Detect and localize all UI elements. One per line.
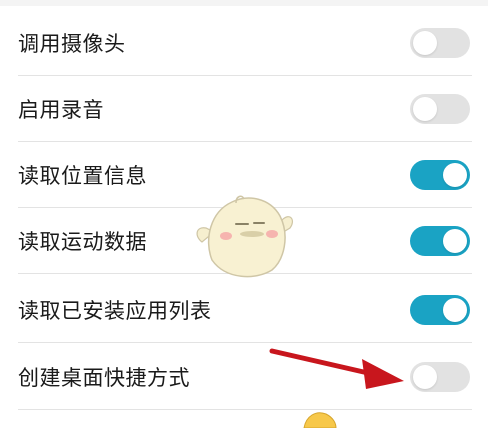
setting-row-shortcut[interactable]: 创建桌面快捷方式 <box>0 344 488 410</box>
row-divider <box>18 342 472 343</box>
setting-label-installed-apps: 读取已安装应用列表 <box>18 299 212 323</box>
microphone-toggle[interactable] <box>410 94 470 124</box>
setting-row-camera[interactable]: 调用摄像头 <box>0 10 488 76</box>
setting-label-motion: 读取运动数据 <box>18 230 147 254</box>
toggle-knob <box>413 97 437 121</box>
location-toggle[interactable] <box>410 160 470 190</box>
toggle-knob <box>413 31 437 55</box>
setting-label-location: 读取位置信息 <box>18 164 147 188</box>
setting-label-shortcut: 创建桌面快捷方式 <box>18 366 190 390</box>
red-arrow-annotation-icon <box>269 348 404 389</box>
mascot-peek-icon <box>303 412 337 428</box>
setting-label-camera: 调用摄像头 <box>18 32 126 56</box>
toggle-knob <box>443 163 467 187</box>
setting-row-microphone[interactable]: 启用录音 <box>0 76 488 142</box>
camera-toggle[interactable] <box>410 28 470 58</box>
installed-apps-toggle[interactable] <box>410 295 470 325</box>
mascot-sticker-icon <box>196 195 294 278</box>
setting-label-microphone: 启用录音 <box>18 98 104 122</box>
toggle-knob <box>443 229 467 253</box>
desktop-shortcut-toggle[interactable] <box>410 362 470 392</box>
toggle-knob <box>413 365 437 389</box>
setting-row-installed-apps[interactable]: 读取已安装应用列表 <box>0 277 488 343</box>
top-edge <box>0 0 488 6</box>
row-divider <box>18 409 472 410</box>
toggle-knob <box>443 298 467 322</box>
motion-data-toggle[interactable] <box>410 226 470 256</box>
